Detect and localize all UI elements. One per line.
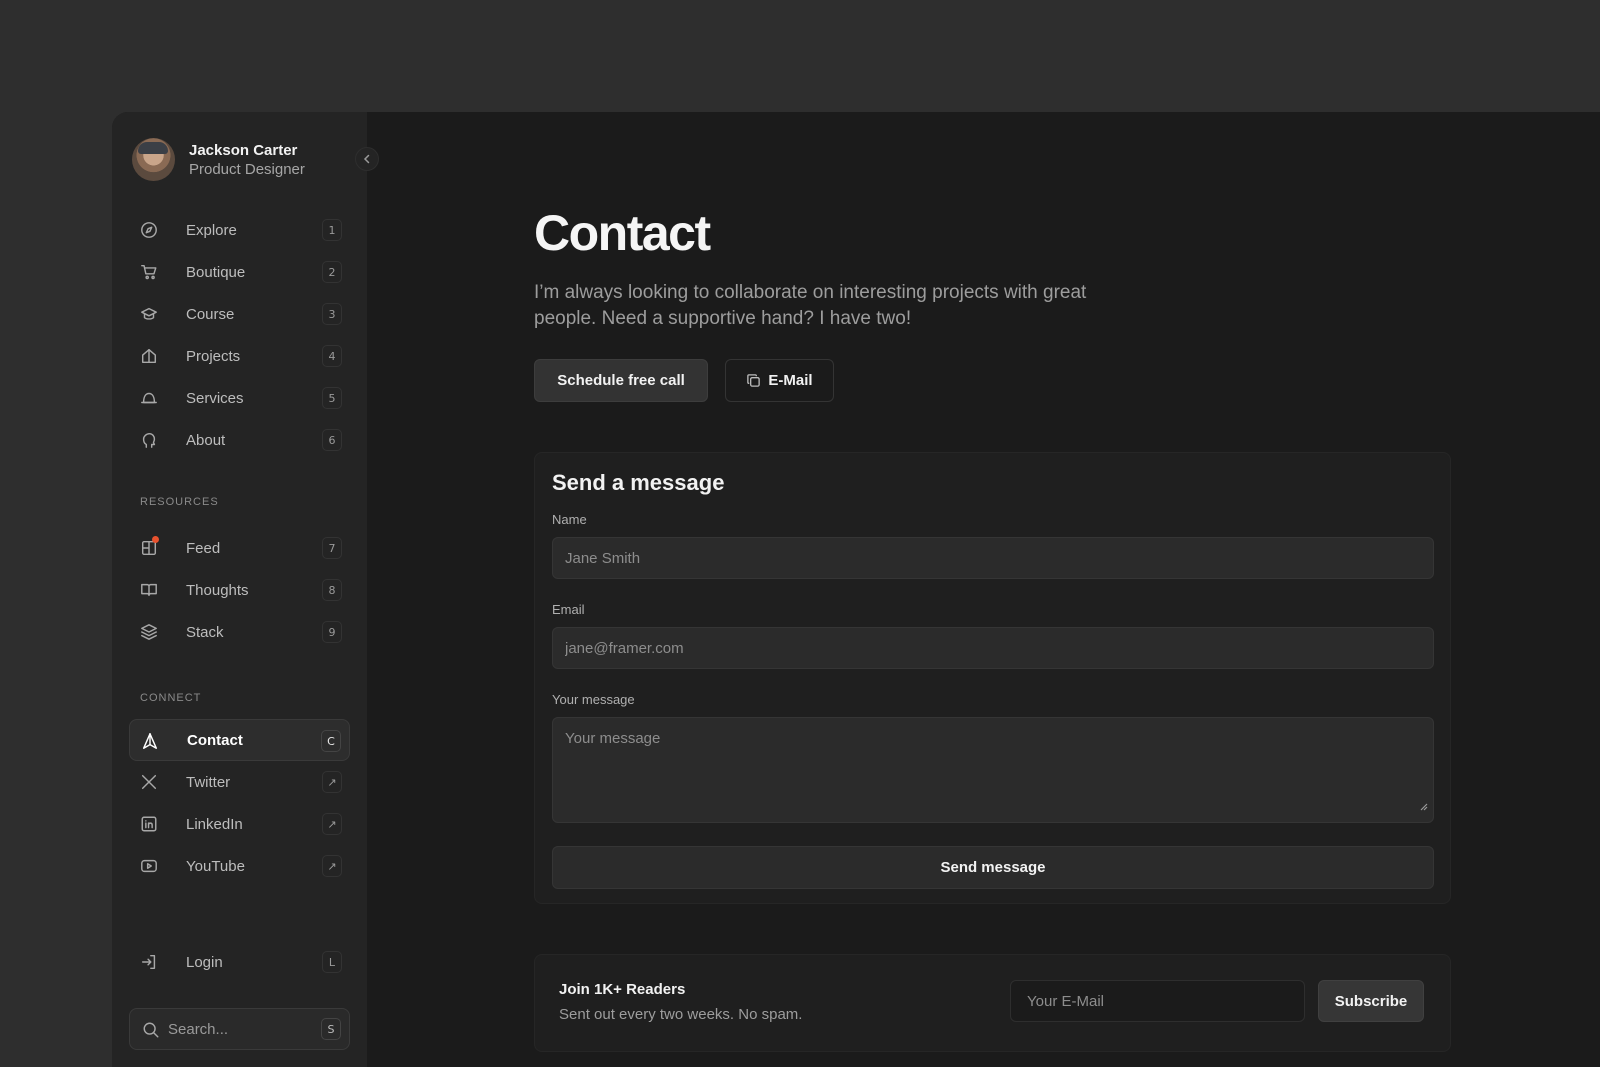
search-input[interactable] xyxy=(168,1019,308,1039)
app-window: Jackson Carter Product Designer Explore … xyxy=(112,112,1600,1067)
name-label: Name xyxy=(552,512,587,527)
shortcut-key: 8 xyxy=(322,579,342,601)
sidebar-item-stack[interactable]: Stack 9 xyxy=(129,611,350,653)
youtube-icon xyxy=(141,859,157,873)
profile[interactable]: Jackson Carter Product Designer xyxy=(132,138,305,181)
shortcut-key: 4 xyxy=(322,345,342,367)
bell-icon xyxy=(141,392,157,404)
sidebar-item-label: Projects xyxy=(186,347,241,365)
message-field[interactable] xyxy=(552,717,1434,823)
sidebar-item-label: Feed xyxy=(186,539,221,557)
shortcut-key: 2 xyxy=(322,261,342,283)
sidebar-item-login[interactable]: Login L xyxy=(129,941,350,983)
page-title: Contact xyxy=(534,205,711,261)
sidebar-item-label: Boutique xyxy=(186,263,246,281)
sidebar-item-label: Course xyxy=(186,305,235,323)
sidebar-item-explore[interactable]: Explore 1 xyxy=(129,209,350,251)
linkedin-icon xyxy=(141,816,157,832)
sidebar-item-twitter[interactable]: Twitter ↗ xyxy=(129,761,350,803)
sidebar-item-label: Stack xyxy=(186,623,224,641)
shortcut-key: S xyxy=(321,1018,341,1040)
sidebar-item-label: Explore xyxy=(186,221,237,239)
login-icon xyxy=(141,954,156,970)
graduation-cap-icon xyxy=(141,307,157,320)
sidebar-item-feed[interactable]: Feed 7 xyxy=(129,527,350,569)
shortcut-key: L xyxy=(322,951,342,973)
x-logo-icon xyxy=(141,774,157,790)
shortcut-key: C xyxy=(321,730,341,752)
collapse-sidebar-button[interactable] xyxy=(355,147,379,171)
search-box[interactable]: S xyxy=(129,1008,350,1050)
send-icon xyxy=(142,733,158,749)
resources-section-title: RESOURCES xyxy=(140,496,219,508)
sidebar-item-label: LinkedIn xyxy=(186,815,243,833)
sidebar-item-label: Contact xyxy=(187,731,243,749)
shortcut-key: 5 xyxy=(322,387,342,409)
email-button[interactable]: E-Mail xyxy=(725,359,834,402)
sidebar-item-contact[interactable]: Contact C xyxy=(129,719,350,761)
external-link-icon: ↗ xyxy=(322,813,342,835)
compass-icon xyxy=(141,222,157,238)
external-link-icon: ↗ xyxy=(322,771,342,793)
newsletter-card: Join 1K+ Readers Sent out every two week… xyxy=(534,954,1451,1052)
layers-icon xyxy=(141,624,157,640)
sidebar-item-thoughts[interactable]: Thoughts 8 xyxy=(129,569,350,611)
send-message-button[interactable]: Send message xyxy=(552,846,1434,889)
email-label: Email xyxy=(552,602,585,617)
newsletter-subtitle: Sent out every two weeks. No spam. xyxy=(559,1006,803,1023)
sidebar-item-linkedin[interactable]: LinkedIn ↗ xyxy=(129,803,350,845)
sidebar-item-course[interactable]: Course 3 xyxy=(129,293,350,335)
head-icon xyxy=(142,432,156,448)
sidebar-item-services[interactable]: Services 5 xyxy=(129,377,350,419)
newsletter-title: Join 1K+ Readers xyxy=(559,981,686,998)
avatar xyxy=(132,138,175,181)
schedule-call-button[interactable]: Schedule free call xyxy=(534,359,708,402)
sidebar-item-label: Login xyxy=(186,953,223,971)
copy-icon xyxy=(747,374,761,387)
profile-text: Jackson Carter Product Designer xyxy=(189,141,305,179)
shortcut-key: 1 xyxy=(322,219,342,241)
contact-form: Send a message Name Email Your message S… xyxy=(534,452,1451,904)
profile-role: Product Designer xyxy=(189,160,305,178)
resize-grip-icon[interactable] xyxy=(1418,801,1428,811)
shortcut-key: 9 xyxy=(322,621,342,643)
connect-section-title: CONNECT xyxy=(140,692,202,704)
book-icon xyxy=(141,583,157,597)
page-subtitle: I’m always looking to collaborate on int… xyxy=(534,282,1087,329)
sidebar-item-label: YouTube xyxy=(186,857,245,875)
email-button-label: E-Mail xyxy=(768,372,813,389)
external-link-icon: ↗ xyxy=(322,855,342,877)
sidebar-item-projects[interactable]: Projects 4 xyxy=(129,335,350,377)
chevron-left-icon xyxy=(363,154,370,164)
sidebar-item-label: Thoughts xyxy=(186,581,249,599)
sidebar-item-about[interactable]: About 6 xyxy=(129,419,350,461)
sidebar-item-boutique[interactable]: Boutique 2 xyxy=(129,251,350,293)
house-icon xyxy=(141,348,157,364)
notification-dot xyxy=(152,536,159,543)
subscribe-button[interactable]: Subscribe xyxy=(1318,980,1424,1022)
form-title: Send a message xyxy=(552,470,725,495)
sidebar-item-youtube[interactable]: YouTube ↗ xyxy=(129,845,350,887)
message-label: Your message xyxy=(552,692,635,707)
profile-name: Jackson Carter xyxy=(189,141,298,159)
sidebar: Jackson Carter Product Designer Explore … xyxy=(112,112,367,1067)
main-content: Contact I’m always looking to collaborat… xyxy=(367,112,1600,1067)
search-icon xyxy=(143,1022,159,1038)
name-field[interactable] xyxy=(552,537,1434,579)
cart-icon xyxy=(141,264,157,280)
shortcut-key: 6 xyxy=(322,429,342,451)
sidebar-item-label: Services xyxy=(186,389,244,407)
shortcut-key: 7 xyxy=(322,537,342,559)
email-field[interactable] xyxy=(552,627,1434,669)
sidebar-item-label: About xyxy=(186,431,226,449)
shortcut-key: 3 xyxy=(322,303,342,325)
newsletter-email-input[interactable] xyxy=(1010,980,1305,1022)
sidebar-item-label: Twitter xyxy=(186,773,231,791)
